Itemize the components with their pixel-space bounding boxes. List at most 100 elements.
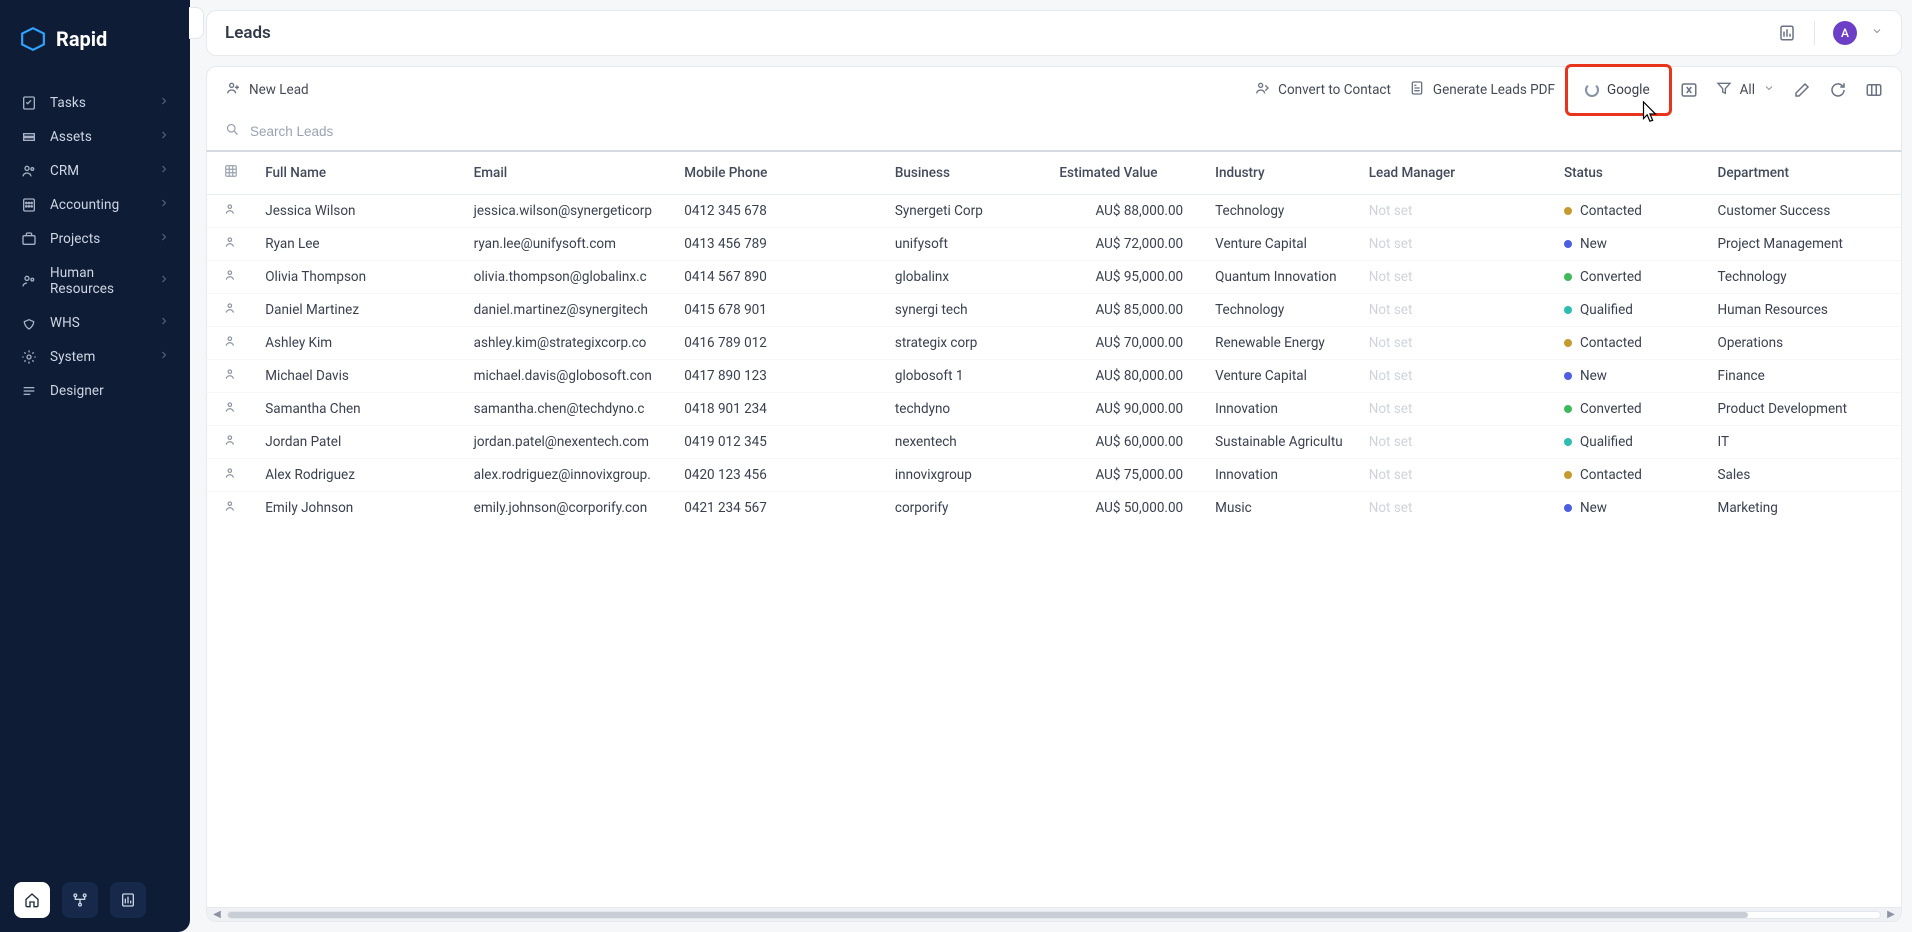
table-row[interactable]: Ryan Lee ryan.lee@unifysoft.com 0413 456… (207, 228, 1901, 261)
col-department[interactable]: Department (1708, 152, 1901, 195)
refresh-icon[interactable] (1829, 81, 1847, 99)
avatar-caret-icon[interactable] (1871, 25, 1883, 41)
cell-industry: Quantum Innovation (1205, 261, 1359, 294)
avatar[interactable]: A (1833, 21, 1857, 45)
table-row[interactable]: Ashley Kim ashley.kim@strategixcorp.co 0… (207, 327, 1901, 360)
cell-email: samantha.chen@techdyno.c (464, 393, 675, 426)
cell-estimated-value: AU$ 95,000.00 (1049, 261, 1205, 294)
google-button[interactable]: Google (1573, 76, 1662, 104)
table-row[interactable]: Emily Johnson emily.johnson@corporify.co… (207, 492, 1901, 525)
col-estimated-value[interactable]: Estimated Value (1049, 152, 1205, 195)
table-row[interactable]: Jordan Patel jordan.patel@nexentech.com … (207, 426, 1901, 459)
chevron-right-icon (158, 349, 170, 365)
row-person-icon (207, 393, 255, 426)
sidebar-item-human-resources[interactable]: Human Resources (8, 256, 182, 306)
chevron-right-icon (158, 231, 170, 247)
sidebar-item-crm[interactable]: CRM (8, 154, 182, 188)
cell-status: Converted (1554, 393, 1708, 426)
cell-estimated-value: AU$ 90,000.00 (1049, 393, 1205, 426)
table-row[interactable]: Michael Davis michael.davis@globosoft.co… (207, 360, 1901, 393)
table-row[interactable]: Daniel Martinez daniel.martinez@synergit… (207, 294, 1901, 327)
new-lead-button[interactable]: New Lead (225, 80, 309, 100)
cell-status: Contacted (1554, 195, 1708, 228)
footer-home-button[interactable] (14, 882, 50, 918)
columns-icon[interactable] (1865, 81, 1883, 99)
header-separator (1814, 21, 1815, 45)
brand-mark-icon (20, 26, 46, 52)
cell-industry: Music (1205, 492, 1359, 525)
cell-department: Product Development (1708, 393, 1901, 426)
cell-mobile: 0419 012 345 (674, 426, 885, 459)
cell-email: ashley.kim@strategixcorp.co (464, 327, 675, 360)
table-row[interactable]: Samantha Chen samantha.chen@techdyno.c 0… (207, 393, 1901, 426)
cell-estimated-value: AU$ 75,000.00 (1049, 459, 1205, 492)
cell-industry: Renewable Energy (1205, 327, 1359, 360)
cell-mobile: 0416 789 012 (674, 327, 885, 360)
spinner-icon (1585, 83, 1599, 97)
cell-email: jordan.patel@nexentech.com (464, 426, 675, 459)
filter-button[interactable]: All (1716, 80, 1775, 100)
cell-full-name: Emily Johnson (255, 492, 463, 525)
cell-estimated-value: AU$ 85,000.00 (1049, 294, 1205, 327)
cell-business: strategix corp (885, 327, 1050, 360)
sidebar-item-whs[interactable]: WHS (8, 306, 182, 340)
export-excel-icon[interactable] (1680, 81, 1698, 99)
col-full-name[interactable]: Full Name (255, 152, 463, 195)
nav-icon (20, 231, 38, 247)
footer-workflow-button[interactable] (62, 882, 98, 918)
nav-label: Human Resources (50, 265, 146, 297)
convert-to-contact-button[interactable]: Convert to Contact (1254, 80, 1391, 100)
cell-industry: Technology (1205, 294, 1359, 327)
cell-lead-manager: Not set (1359, 327, 1554, 360)
chevron-right-icon (158, 315, 170, 331)
sidebar-item-tasks[interactable]: Tasks (8, 86, 182, 120)
cell-status: New (1554, 492, 1708, 525)
nav-icon (20, 315, 38, 331)
generate-pdf-button[interactable]: Generate Leads PDF (1409, 80, 1555, 100)
sidebar-item-designer[interactable]: Designer (8, 374, 182, 408)
edit-icon[interactable] (1793, 81, 1811, 99)
col-mobile[interactable]: Mobile Phone (674, 152, 885, 195)
chevron-right-icon (158, 163, 170, 179)
table-row[interactable]: Jessica Wilson jessica.wilson@synergetic… (207, 195, 1901, 228)
cell-mobile: 0418 901 234 (674, 393, 885, 426)
table-row[interactable]: Olivia Thompson olivia.thompson@globalin… (207, 261, 1901, 294)
status-dot-icon (1564, 471, 1572, 479)
sidebar-item-assets[interactable]: Assets (8, 120, 182, 154)
cell-email: alex.rodriguez@innovixgroup. (464, 459, 675, 492)
row-person-icon (207, 492, 255, 525)
cell-industry: Venture Capital (1205, 228, 1359, 261)
sidebar-item-accounting[interactable]: Accounting (8, 188, 182, 222)
col-email[interactable]: Email (464, 152, 675, 195)
col-business[interactable]: Business (885, 152, 1050, 195)
cell-email: daniel.martinez@synergitech (464, 294, 675, 327)
col-lead-manager[interactable]: Lead Manager (1359, 152, 1554, 195)
chevron-right-icon (158, 197, 170, 213)
nav-label: Tasks (50, 95, 146, 111)
cell-full-name: Michael Davis (255, 360, 463, 393)
sidebar-collapse-icon[interactable]: ‹ (196, 13, 200, 27)
cell-status: Qualified (1554, 294, 1708, 327)
horizontal-scrollbar[interactable]: ◀ ▶ (207, 907, 1901, 921)
footer-report-button[interactable] (110, 882, 146, 918)
col-status[interactable]: Status (1554, 152, 1708, 195)
brand-logo[interactable]: Rapid (0, 0, 190, 86)
nav-label: Accounting (50, 197, 146, 213)
cell-business: globalinx (885, 261, 1050, 294)
status-dot-icon (1564, 405, 1572, 413)
column-checkbox[interactable] (207, 152, 255, 195)
cell-department: Human Resources (1708, 294, 1901, 327)
cell-status: Contacted (1554, 459, 1708, 492)
sidebar-item-projects[interactable]: Projects (8, 222, 182, 256)
search-input[interactable] (250, 124, 1883, 139)
col-industry[interactable]: Industry (1205, 152, 1359, 195)
page-title: Leads (225, 23, 1764, 43)
row-person-icon (207, 360, 255, 393)
sidebar-item-system[interactable]: System (8, 340, 182, 374)
row-person-icon (207, 294, 255, 327)
status-dot-icon (1564, 504, 1572, 512)
chevron-right-icon (158, 129, 170, 145)
brand-name: Rapid (56, 27, 107, 51)
table-row[interactable]: Alex Rodriguez alex.rodriguez@innovixgro… (207, 459, 1901, 492)
header-report-icon[interactable] (1778, 24, 1796, 42)
